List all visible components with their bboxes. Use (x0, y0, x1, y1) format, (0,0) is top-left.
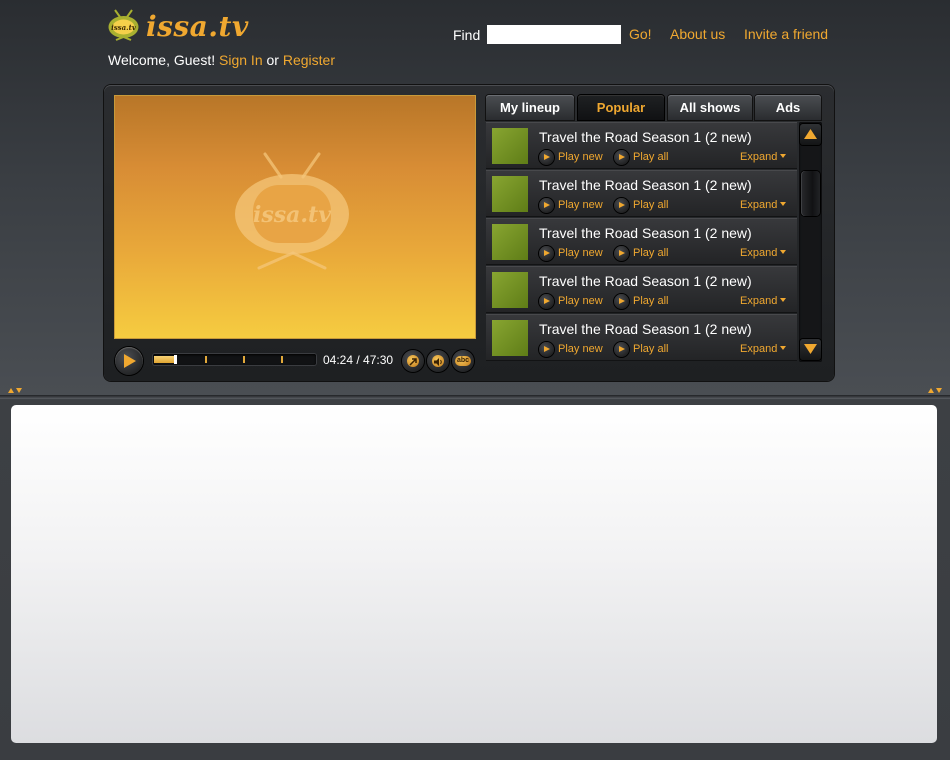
caption-icon: abc (455, 356, 471, 366)
play-new-link[interactable]: Play new (558, 199, 603, 211)
mini-play-icon[interactable] (614, 342, 629, 357)
chevron-down-icon (780, 154, 787, 158)
logo-badge-text: issa.tv (111, 23, 137, 32)
show-row[interactable]: Travel the Road Season 1 (2 new) Play new… (486, 266, 797, 313)
show-thumbnail[interactable] (492, 272, 528, 308)
mini-play-icon[interactable] (539, 294, 554, 309)
play-all-link[interactable]: Play all (633, 151, 668, 163)
show-title[interactable]: Travel the Road Season 1 (2 new) (539, 321, 752, 337)
expand-label: Expand (740, 295, 778, 307)
expand-link[interactable]: Expand (740, 151, 787, 163)
scroll-up-icon (804, 129, 817, 139)
mini-play-icon[interactable] (614, 294, 629, 309)
mini-play-icon[interactable] (539, 150, 554, 165)
content-panel (11, 405, 937, 743)
captions-button[interactable]: abc (452, 350, 474, 372)
sign-in-link[interactable]: Sign In (219, 52, 263, 68)
scroll-down-icon (804, 344, 817, 354)
mini-play-icon[interactable] (614, 150, 629, 165)
mini-play-icon[interactable] (539, 246, 554, 261)
mini-play-icon[interactable] (614, 198, 629, 213)
show-thumbnail[interactable] (492, 176, 528, 212)
show-title[interactable]: Travel the Road Season 1 (2 new) (539, 177, 752, 193)
register-link[interactable]: Register (283, 52, 335, 68)
resize-arrows-icon[interactable] (927, 386, 943, 394)
logo-text[interactable]: issa.tv (146, 10, 249, 43)
volume-button[interactable] (427, 350, 449, 372)
tab-popular[interactable]: Popular (578, 95, 664, 120)
show-thumbnail[interactable] (492, 320, 528, 356)
chapter-marker (243, 356, 245, 363)
time-display: 04:24 / 47:30 (323, 353, 394, 367)
progress-bar[interactable] (153, 354, 316, 365)
find-label: Find (453, 27, 481, 43)
welcome-line: Welcome, Guest! Sign In or Register (108, 52, 335, 68)
expand-label: Expand (740, 151, 778, 163)
show-row[interactable]: Travel the Road Season 1 (2 new) Play new… (486, 218, 797, 265)
chevron-down-icon (780, 250, 787, 254)
tab-my-lineup[interactable]: My lineup (486, 95, 574, 120)
scroll-down-button[interactable] (800, 339, 821, 360)
show-thumbnail[interactable] (492, 128, 528, 164)
chevron-down-icon (780, 298, 787, 302)
show-row[interactable]: Travel the Road Season 1 (2 new) Play new… (486, 314, 797, 361)
scrollbar-thumb[interactable] (801, 171, 820, 216)
show-row[interactable]: Travel the Road Season 1 (2 new) Play new… (486, 122, 797, 169)
progress-fill (154, 356, 174, 363)
fullscreen-icon (407, 355, 419, 367)
play-all-link[interactable]: Play all (633, 247, 668, 259)
show-thumbnail[interactable] (492, 224, 528, 260)
expand-link[interactable]: Expand (740, 199, 787, 211)
play-all-link[interactable]: Play all (633, 295, 668, 307)
chevron-down-icon (780, 202, 787, 206)
chapter-marker (205, 356, 207, 363)
scroll-up-button[interactable] (800, 124, 821, 145)
tab-ads[interactable]: Ads (755, 95, 821, 120)
tab-all-shows[interactable]: All shows (668, 95, 752, 120)
show-title[interactable]: Travel the Road Season 1 (2 new) (539, 129, 752, 145)
scrollbar-track[interactable] (799, 122, 822, 362)
chevron-down-icon (780, 346, 787, 350)
play-button[interactable] (115, 347, 143, 375)
play-all-link[interactable]: Play all (633, 199, 668, 211)
search-input[interactable] (487, 25, 621, 44)
show-title[interactable]: Travel the Road Season 1 (2 new) (539, 225, 752, 241)
mini-play-icon[interactable] (539, 198, 554, 213)
invite-friend-link[interactable]: Invite a friend (744, 26, 828, 42)
expand-label: Expand (740, 199, 778, 211)
play-all-link[interactable]: Play all (633, 343, 668, 355)
fullscreen-button[interactable] (402, 350, 424, 372)
play-new-link[interactable]: Play new (558, 247, 603, 259)
watermark-text: issa.tv (253, 202, 331, 228)
chapter-marker (281, 356, 283, 363)
welcome-text: Welcome, Guest! (108, 52, 216, 68)
play-new-link[interactable]: Play new (558, 295, 603, 307)
show-row[interactable]: Travel the Road Season 1 (2 new) Play new… (486, 170, 797, 217)
play-new-link[interactable]: Play new (558, 343, 603, 355)
go-button[interactable]: Go! (629, 26, 652, 42)
show-title[interactable]: Travel the Road Season 1 (2 new) (539, 273, 752, 289)
tv-watermark-icon: issa.tv (235, 152, 349, 270)
resize-arrows-icon[interactable] (7, 386, 23, 394)
expand-link[interactable]: Expand (740, 247, 787, 259)
progress-thumb[interactable] (174, 355, 177, 364)
mini-play-icon[interactable] (539, 342, 554, 357)
expand-label: Expand (740, 247, 778, 259)
expand-label: Expand (740, 343, 778, 355)
about-us-link[interactable]: About us (670, 26, 725, 42)
play-icon (124, 354, 136, 368)
or-text: or (266, 52, 279, 68)
volume-icon (432, 355, 444, 367)
panel-divider[interactable] (0, 395, 950, 399)
expand-link[interactable]: Expand (740, 343, 787, 355)
expand-link[interactable]: Expand (740, 295, 787, 307)
play-new-link[interactable]: Play new (558, 151, 603, 163)
mini-play-icon[interactable] (614, 246, 629, 261)
